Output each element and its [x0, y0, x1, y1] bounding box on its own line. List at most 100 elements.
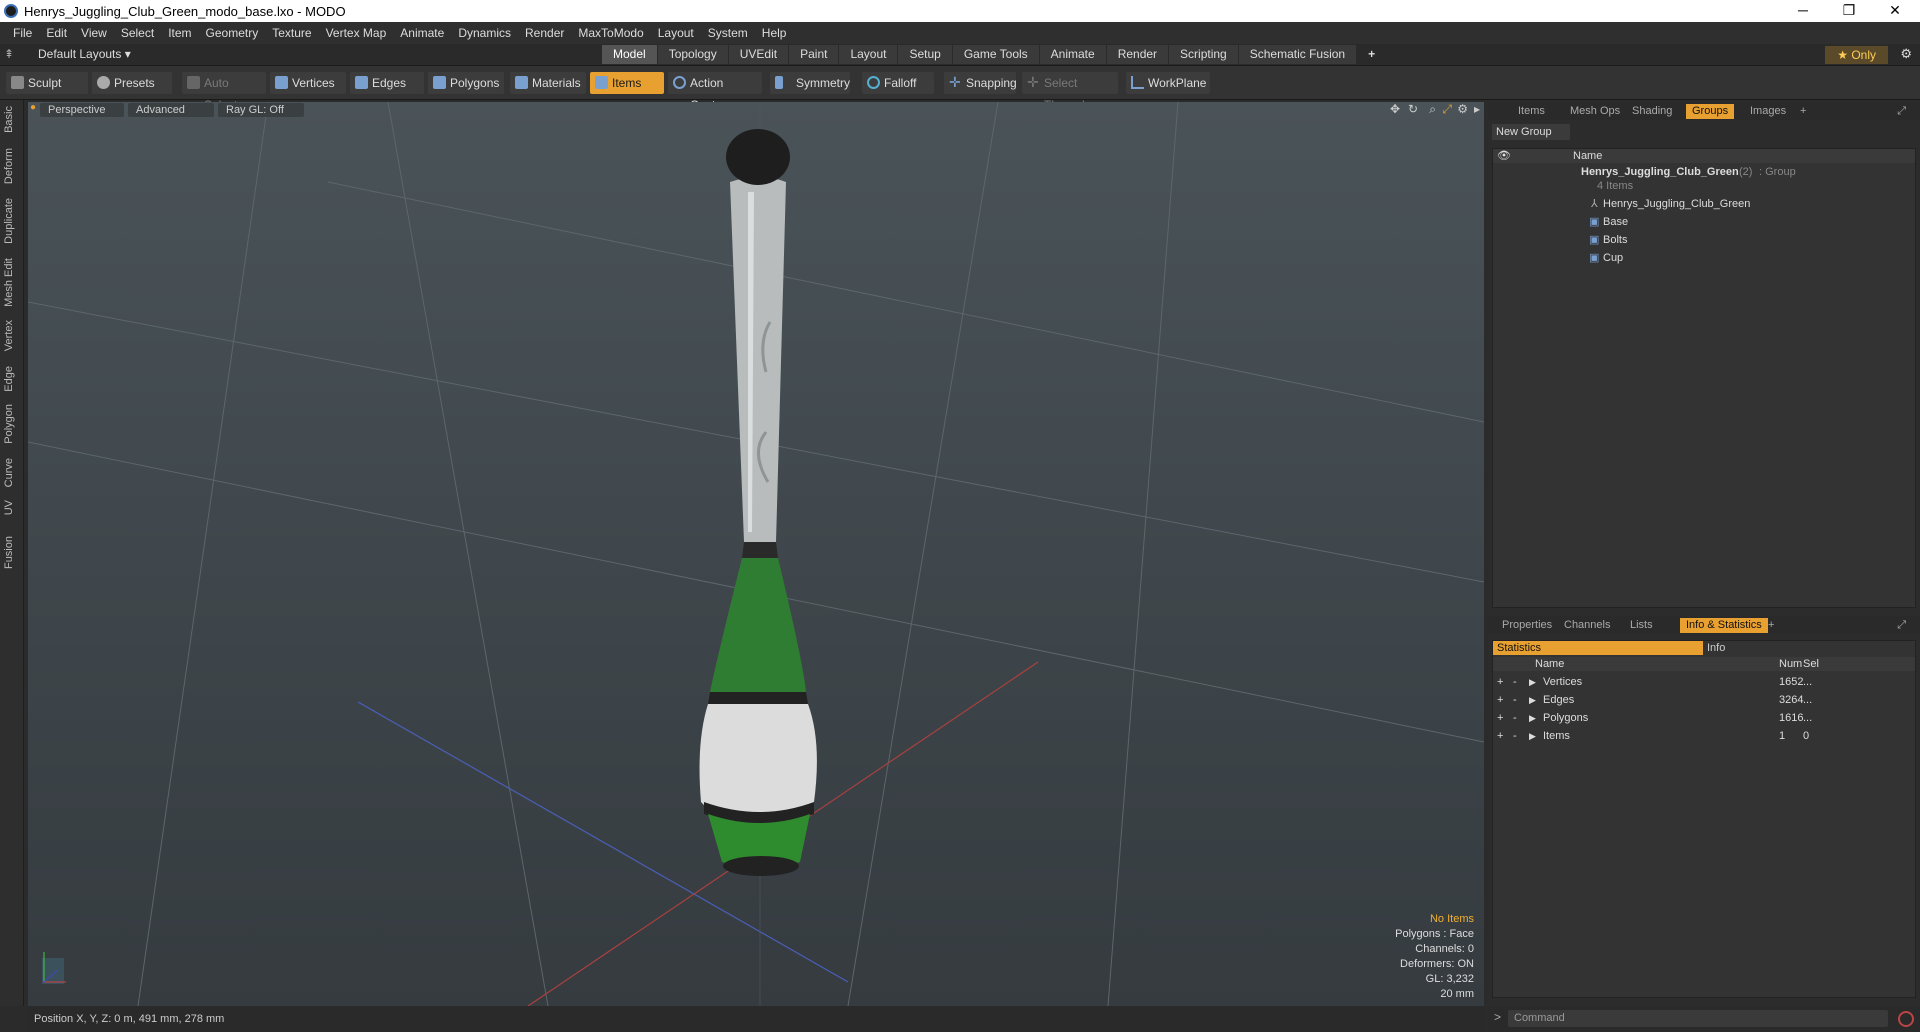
- add-icon[interactable]: +: [1497, 727, 1503, 745]
- menu-geometry[interactable]: Geometry: [206, 26, 259, 40]
- table-row[interactable]: + - ▶ Edges 3264...: [1493, 691, 1915, 709]
- remove-icon[interactable]: -: [1513, 709, 1517, 727]
- remove-icon[interactable]: -: [1513, 691, 1517, 709]
- juggling-club-model[interactable]: [699, 129, 817, 876]
- action-center-button[interactable]: Action Center: [668, 72, 762, 112]
- tab-schematic-fusion[interactable]: Schematic Fusion: [1238, 45, 1357, 64]
- zoom-icon[interactable]: ⌕: [1429, 102, 1436, 117]
- rotate-icon[interactable]: ↻: [1408, 102, 1418, 116]
- edges-button[interactable]: Edges 2: [350, 72, 424, 112]
- menu-animate[interactable]: Animate: [400, 26, 444, 40]
- falloff-button[interactable]: Falloff: [862, 72, 934, 94]
- tab-info-statistics[interactable]: Info & Statistics: [1680, 618, 1768, 633]
- menu-texture[interactable]: Texture: [272, 26, 311, 40]
- add-icon[interactable]: +: [1497, 673, 1503, 691]
- remove-icon[interactable]: -: [1513, 673, 1517, 691]
- strip-tab-mesh-edit[interactable]: Mesh Edit: [3, 258, 15, 307]
- tab-properties[interactable]: Properties: [1496, 618, 1558, 633]
- strip-tab-duplicate[interactable]: Duplicate: [3, 198, 15, 244]
- expand-arrow-icon[interactable]: ▶: [1529, 709, 1536, 727]
- table-row[interactable]: + - ▶ Items 1 0: [1493, 727, 1915, 745]
- list-item[interactable]: ▣ Base: [1493, 213, 1915, 231]
- polygons-button[interactable]: Polygons: [428, 72, 504, 94]
- close-button[interactable]: ✕: [1872, 0, 1918, 22]
- tab-topology[interactable]: Topology: [657, 45, 728, 64]
- menu-vertex-map[interactable]: Vertex Map: [326, 26, 387, 40]
- tab-items[interactable]: Items: [1512, 104, 1551, 119]
- tab-groups[interactable]: Groups: [1686, 104, 1735, 119]
- perspective-button[interactable]: Perspective: [40, 103, 124, 117]
- strip-tab-curve[interactable]: Curve: [3, 458, 15, 487]
- menu-select[interactable]: Select: [121, 26, 154, 40]
- menu-view[interactable]: View: [81, 26, 107, 40]
- menu-dynamics[interactable]: Dynamics: [458, 26, 511, 40]
- subtab-statistics[interactable]: Statistics: [1493, 641, 1703, 655]
- command-input[interactable]: Command: [1508, 1010, 1888, 1027]
- list-item[interactable]: ▣ Bolts: [1493, 231, 1915, 249]
- add-panel-tab-icon[interactable]: +: [1794, 104, 1812, 119]
- materials-button[interactable]: Materials: [510, 72, 586, 94]
- viewport-menu-icon[interactable]: ●: [30, 102, 36, 113]
- add-icon[interactable]: +: [1497, 691, 1503, 709]
- strip-tab-vertex[interactable]: Vertex: [3, 320, 15, 351]
- menu-system[interactable]: System: [708, 26, 748, 40]
- expand-arrow-icon[interactable]: ▶: [1529, 727, 1536, 745]
- strip-tab-basic[interactable]: Basic: [3, 106, 15, 133]
- workplane-button[interactable]: WorkPlane: [1126, 72, 1210, 94]
- 3d-viewport[interactable]: ● Perspective Advanced Ray GL: Off ✥ ↻ ⌕…: [28, 102, 1484, 1006]
- tab-shading[interactable]: Shading: [1626, 104, 1678, 119]
- add-tab-icon[interactable]: +: [1357, 45, 1386, 64]
- tab-uvedit[interactable]: UVEdit: [728, 45, 789, 64]
- tab-images[interactable]: Images: [1744, 104, 1792, 119]
- menu-render[interactable]: Render: [525, 26, 564, 40]
- menu-item[interactable]: Item: [168, 26, 191, 40]
- strip-tab-uv[interactable]: UV: [3, 500, 15, 515]
- record-icon[interactable]: [1898, 1011, 1914, 1027]
- strip-tab-edge[interactable]: Edge: [3, 366, 15, 392]
- tab-model[interactable]: Model: [602, 45, 657, 64]
- select-through-button[interactable]: ✛Select Through: [1022, 72, 1118, 112]
- viewport-settings-icon[interactable]: ⚙: [1457, 102, 1468, 116]
- panel-expand-icon[interactable]: ⤢: [1891, 618, 1912, 633]
- remove-icon[interactable]: -: [1513, 727, 1517, 745]
- maximize-button[interactable]: ❐: [1826, 0, 1872, 22]
- fit-icon[interactable]: ⤢: [1442, 102, 1452, 117]
- pan-icon[interactable]: ✥: [1390, 102, 1400, 116]
- minimize-button[interactable]: ─: [1780, 0, 1826, 22]
- tab-animate[interactable]: Animate: [1039, 45, 1106, 64]
- raygl-button[interactable]: Ray GL: Off: [218, 103, 304, 117]
- expand-arrow-icon[interactable]: ▶: [1529, 673, 1536, 691]
- sculpt-button[interactable]: Sculpt: [6, 72, 88, 94]
- tab-channels[interactable]: Channels: [1558, 618, 1616, 633]
- menu-maxtomodo[interactable]: MaxToModo: [578, 26, 643, 40]
- layout-selector[interactable]: Default Layouts ▾: [38, 47, 131, 61]
- add-panel-tab-icon[interactable]: +: [1762, 618, 1780, 633]
- menu-help[interactable]: Help: [762, 26, 787, 40]
- panel-expand-icon[interactable]: ⤢: [1891, 104, 1912, 119]
- only-button[interactable]: ★ Only: [1825, 46, 1888, 64]
- strip-tab-polygon[interactable]: Polygon: [3, 404, 15, 444]
- viewport-expand-icon[interactable]: ▸: [1474, 102, 1480, 116]
- tab-paint[interactable]: Paint: [789, 45, 839, 64]
- collapse-layout-icon[interactable]: ⇞: [4, 47, 14, 61]
- menu-layout[interactable]: Layout: [658, 26, 694, 40]
- auto-select-button[interactable]: Auto Select: [182, 72, 266, 112]
- subtab-info[interactable]: Info: [1707, 641, 1725, 655]
- strip-tab-deform[interactable]: Deform: [3, 148, 15, 184]
- tab-lists[interactable]: Lists: [1624, 618, 1659, 633]
- symmetry-button[interactable]: Symmetry: [770, 72, 850, 94]
- tab-mesh-ops[interactable]: Mesh Ops: [1564, 104, 1626, 119]
- advanced-button[interactable]: Advanced: [128, 103, 214, 117]
- list-item[interactable]: ⅄ Henrys_Juggling_Club_Green: [1493, 195, 1915, 213]
- add-icon[interactable]: +: [1497, 709, 1503, 727]
- tab-layout[interactable]: Layout: [839, 45, 898, 64]
- visibility-column-icon[interactable]: 👁: [1497, 149, 1511, 163]
- tab-scripting[interactable]: Scripting: [1169, 45, 1238, 64]
- expand-arrow-icon[interactable]: ▶: [1529, 691, 1536, 709]
- tab-render[interactable]: Render: [1106, 45, 1169, 64]
- menu-edit[interactable]: Edit: [46, 26, 67, 40]
- tab-game-tools[interactable]: Game Tools: [952, 45, 1039, 64]
- menu-file[interactable]: File: [13, 26, 32, 40]
- list-item[interactable]: ▣ Cup: [1493, 249, 1915, 267]
- tab-setup[interactable]: Setup: [898, 45, 952, 64]
